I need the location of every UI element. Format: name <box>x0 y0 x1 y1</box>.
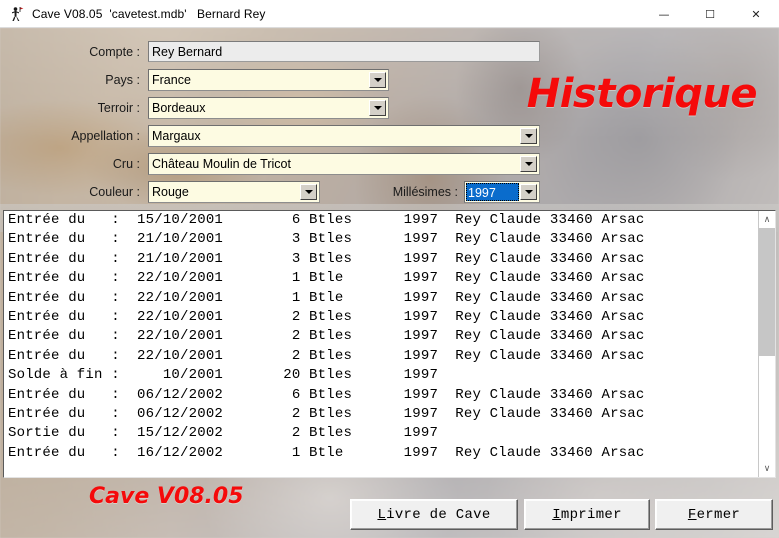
history-row[interactable]: Entrée du : 06/12/2002 6 Btles 1997 Rey … <box>8 386 758 405</box>
livre-de-cave-button[interactable]: Livre de Cave <box>350 499 518 530</box>
label-pays: Pays : <box>105 73 140 87</box>
terroir-combobox[interactable]: Bordeaux <box>148 97 389 119</box>
compte-field[interactable]: Rey Bernard <box>148 41 540 62</box>
history-rows[interactable]: Entrée du : 15/10/2001 6 Btles 1997 Rey … <box>4 211 758 477</box>
millesimes-value: 1997 <box>466 183 519 201</box>
history-row[interactable]: Entrée du : 15/10/2001 6 Btles 1997 Rey … <box>8 211 758 230</box>
fermer-button[interactable]: Fermer <box>655 499 773 530</box>
fermer-rest: ermer <box>696 506 741 523</box>
label-cru: Cru : <box>112 157 140 171</box>
scrollbar-track[interactable] <box>759 228 775 460</box>
label-couleur: Couleur : <box>89 185 140 199</box>
scrollbar-thumb[interactable] <box>759 228 775 356</box>
livre-rest: ivre de Cave <box>386 506 491 523</box>
chevron-down-icon[interactable] <box>520 156 537 172</box>
app-icon <box>9 6 25 22</box>
appellation-value: Margaux <box>152 129 201 143</box>
terroir-value: Bordeaux <box>152 101 206 115</box>
pays-value: France <box>152 73 191 87</box>
label-appellation: Appellation : <box>71 129 140 143</box>
cru-value: Château Moulin de Tricot <box>152 157 291 171</box>
chevron-down-icon[interactable] <box>520 184 537 200</box>
title-bar: Cave V08.05 'cavetest.mdb' Bernard Rey —… <box>0 0 779 28</box>
history-row[interactable]: Solde à fin : 10/2001 20 Btles 1997 <box>8 366 758 385</box>
chevron-down-icon[interactable] <box>520 128 537 144</box>
imprimer-rest: mprimer <box>560 506 622 523</box>
fermer-accel: F <box>687 506 697 523</box>
livre-accel: L <box>377 506 387 523</box>
vertical-scrollbar[interactable]: ∧ ∨ <box>758 211 775 477</box>
label-compte: Compte : <box>89 45 140 59</box>
history-row[interactable]: Entrée du : 06/12/2002 2 Btles 1997 Rey … <box>8 405 758 424</box>
couleur-value: Rouge <box>152 185 189 199</box>
history-row[interactable]: Entrée du : 21/10/2001 3 Btles 1997 Rey … <box>8 230 758 249</box>
label-millesimes: Millésimes : <box>392 185 458 199</box>
history-row[interactable]: Entrée du : 21/10/2001 3 Btles 1997 Rey … <box>8 250 758 269</box>
history-row[interactable]: Sortie du : 15/12/2002 2 Btles 1997 <box>8 424 758 443</box>
scroll-up-icon[interactable]: ∧ <box>759 211 775 228</box>
page-title: Historique <box>526 71 758 117</box>
imprimer-button[interactable]: Imprimer <box>524 499 650 530</box>
history-row[interactable]: Entrée du : 22/10/2001 1 Btle 1997 Rey C… <box>8 289 758 308</box>
client-area: Historique Compte : Rey Bernard Pays : F… <box>0 28 779 538</box>
chevron-down-icon[interactable] <box>369 100 386 116</box>
window-title: Cave V08.05 'cavetest.mdb' Bernard Rey <box>32 6 266 21</box>
maximize-button[interactable]: ☐ <box>687 0 733 28</box>
imprimer-accel: I <box>552 506 561 523</box>
label-terroir: Terroir : <box>97 101 140 115</box>
history-row[interactable]: Entrée du : 22/10/2001 2 Btles 1997 Rey … <box>8 327 758 346</box>
history-listbox[interactable]: Entrée du : 15/10/2001 6 Btles 1997 Rey … <box>3 210 776 478</box>
millesimes-combobox[interactable]: 1997 <box>464 181 540 203</box>
close-button[interactable]: ✕ <box>733 0 779 28</box>
history-row[interactable]: Entrée du : 16/12/2002 1 Btle 1997 Rey C… <box>8 444 758 463</box>
application-window: Cave V08.05 'cavetest.mdb' Bernard Rey —… <box>0 0 779 538</box>
brand-label: Cave V08.05 <box>89 484 244 509</box>
appellation-combobox[interactable]: Margaux <box>148 125 540 147</box>
history-row[interactable]: Entrée du : 22/10/2001 2 Btles 1997 Rey … <box>8 347 758 366</box>
cru-combobox[interactable]: Château Moulin de Tricot <box>148 153 540 175</box>
chevron-down-icon[interactable] <box>300 184 317 200</box>
minimize-button[interactable]: — <box>641 0 687 28</box>
couleur-combobox[interactable]: Rouge <box>148 181 320 203</box>
window-controls: — ☐ ✕ <box>641 0 779 28</box>
scroll-down-icon[interactable]: ∨ <box>759 460 775 477</box>
history-row[interactable]: Entrée du : 22/10/2001 2 Btles 1997 Rey … <box>8 308 758 327</box>
chevron-down-icon[interactable] <box>369 72 386 88</box>
pays-combobox[interactable]: France <box>148 69 389 91</box>
history-row[interactable]: Entrée du : 22/10/2001 1 Btle 1997 Rey C… <box>8 269 758 288</box>
